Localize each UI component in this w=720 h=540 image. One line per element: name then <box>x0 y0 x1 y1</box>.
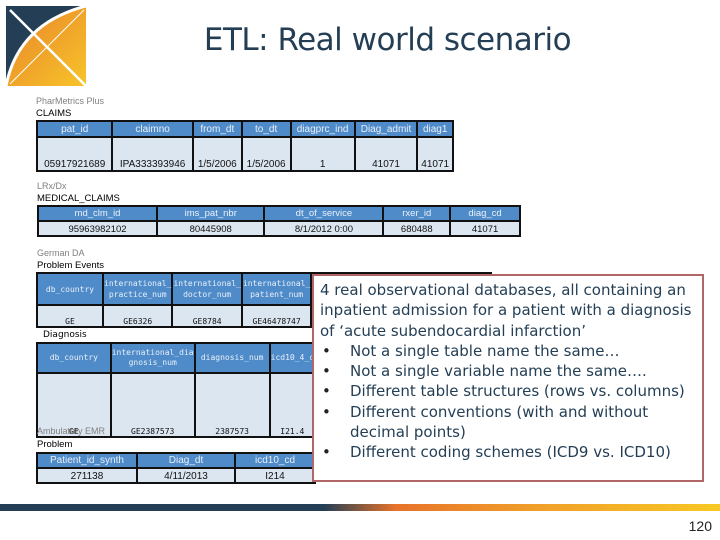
diagnosis-table: db_country international_dia gnosis_num … <box>36 342 317 438</box>
table-cell: 271138 <box>36 467 138 484</box>
table-cell: 41071 <box>449 220 521 237</box>
column-header: claimno <box>111 120 194 138</box>
table-name-medical-claims: MEDICAL_CLAIMS <box>37 193 120 204</box>
table-cell: 95963982102 <box>37 220 158 237</box>
medical-claims-table: md_clm_id ims_pat_nbr dt_of_service rxer… <box>37 205 521 237</box>
callout-bullet-list: • Not a single table name the same… • Not … <box>320 341 696 463</box>
column-header: diag_cd <box>449 205 521 222</box>
claims-table: pat_id claimno from_dt to_dt diagprc_ind… <box>35 120 454 172</box>
column-header: Diag_admit <box>353 120 419 138</box>
table-cell: 41071 <box>353 136 419 172</box>
table-cell: 1/5/2006 <box>240 136 292 172</box>
table-cell: GE8784 <box>171 304 243 328</box>
table-row: 95963982102 80445908 8/1/2012 0:00 68048… <box>37 220 521 237</box>
table-cell: 41071 <box>416 136 454 172</box>
table-name-problem-events: Problem Events <box>37 260 105 271</box>
column-header: from_dt <box>191 120 243 138</box>
table-cell: IPA333393946 <box>111 136 194 172</box>
page-number: 120 <box>688 518 712 534</box>
column-header: icd10_4_c <box>268 342 317 374</box>
column-header: international_ practice_num <box>101 272 174 306</box>
db-name-lrx-dx: LRx/Dx <box>37 181 67 191</box>
db-name-ambulatory-emr: Ambulatory EMR <box>37 426 106 436</box>
table-header-row: md_clm_id ims_pat_nbr dt_of_service rxer… <box>37 205 521 222</box>
list-item: • Different table structures (rows vs. co… <box>322 382 685 401</box>
table-name-claims: CLAIMS <box>36 108 72 119</box>
column-header: db_country <box>36 272 104 306</box>
table-cell: I214 <box>234 467 316 484</box>
column-header: dt_of_service <box>263 205 385 222</box>
callout-box: 4 real observational databases, all cont… <box>312 274 704 482</box>
table-name-problem: Problem <box>37 439 73 450</box>
footer-gradient-bar <box>0 504 720 511</box>
callout-intro: 4 real observational databases, all cont… <box>320 281 692 340</box>
list-item: • Different conventions (with and without… <box>322 402 649 442</box>
table-cell: GE2387573 <box>109 372 196 438</box>
table-cell: GE46478747 <box>240 304 313 328</box>
column-header: diagnosis_num <box>193 342 271 374</box>
table-cell: I21.4 <box>268 372 317 438</box>
column-header: Patient_id_synth <box>36 452 138 469</box>
column-header: ims_pat_nbr <box>155 205 266 222</box>
table-cell: GE6326 <box>101 304 174 328</box>
table-header-row: pat_id claimno from_dt to_dt diagprc_ind… <box>35 120 454 138</box>
column-header: diagprc_ind <box>289 120 356 138</box>
column-header: rxer_id <box>382 205 452 222</box>
db-name-pharmetrics: PharMetrics Plus <box>36 96 105 106</box>
column-header: db_country <box>36 342 112 374</box>
column-header: international_ doctor_num <box>171 272 243 306</box>
bullet-icon: • <box>322 443 331 462</box>
table-cell: 1 <box>289 136 356 172</box>
table-cell: 4/11/2013 <box>136 467 236 484</box>
table-cell: 2387573 <box>193 372 271 438</box>
column-header: international_ patient_num <box>240 272 313 306</box>
table-header-row: db_country international_dia gnosis_num … <box>36 342 317 374</box>
table-cell: GE <box>36 304 104 328</box>
table-cell: 680488 <box>382 220 452 237</box>
column-header: diag1 <box>416 120 454 138</box>
column-header: international_dia gnosis_num <box>109 342 196 374</box>
table-row: 05917921689 IPA333393946 1/5/2006 1/5/20… <box>35 136 454 172</box>
bullet-icon: • <box>322 362 331 381</box>
table-cell: 05917921689 <box>35 136 114 172</box>
column-header: pat_id <box>35 120 114 138</box>
list-item: • Not a single variable name the same…. <box>322 362 647 381</box>
table-cell: 80445908 <box>155 220 266 237</box>
table-row: 271138 4/11/2013 I214 <box>36 467 316 484</box>
slide-title: ETL: Real world scenario <box>203 22 572 58</box>
bullet-icon: • <box>322 402 331 421</box>
column-header: Diag_dt <box>136 452 236 469</box>
db-name-german-da: German DA <box>37 248 85 258</box>
column-header: icd10_cd <box>234 452 316 469</box>
bullet-icon: • <box>322 382 331 401</box>
table-cell: 1/5/2006 <box>191 136 243 172</box>
problem-table: Patient_id_synth Diag_dt icd10_cd 271138… <box>36 452 316 484</box>
bullet-icon: • <box>322 341 331 360</box>
list-item: • Not a single table name the same… <box>322 341 620 360</box>
column-header: to_dt <box>240 120 292 138</box>
list-item: • Different coding schemes (ICD9 vs. ICD1… <box>322 443 671 462</box>
column-header: md_clm_id <box>37 205 158 222</box>
table-name-diagnosis: Diagnosis <box>43 330 87 340</box>
table-cell: 8/1/2012 0:00 <box>263 220 385 237</box>
table-header-row: Patient_id_synth Diag_dt icd10_cd <box>36 452 316 469</box>
